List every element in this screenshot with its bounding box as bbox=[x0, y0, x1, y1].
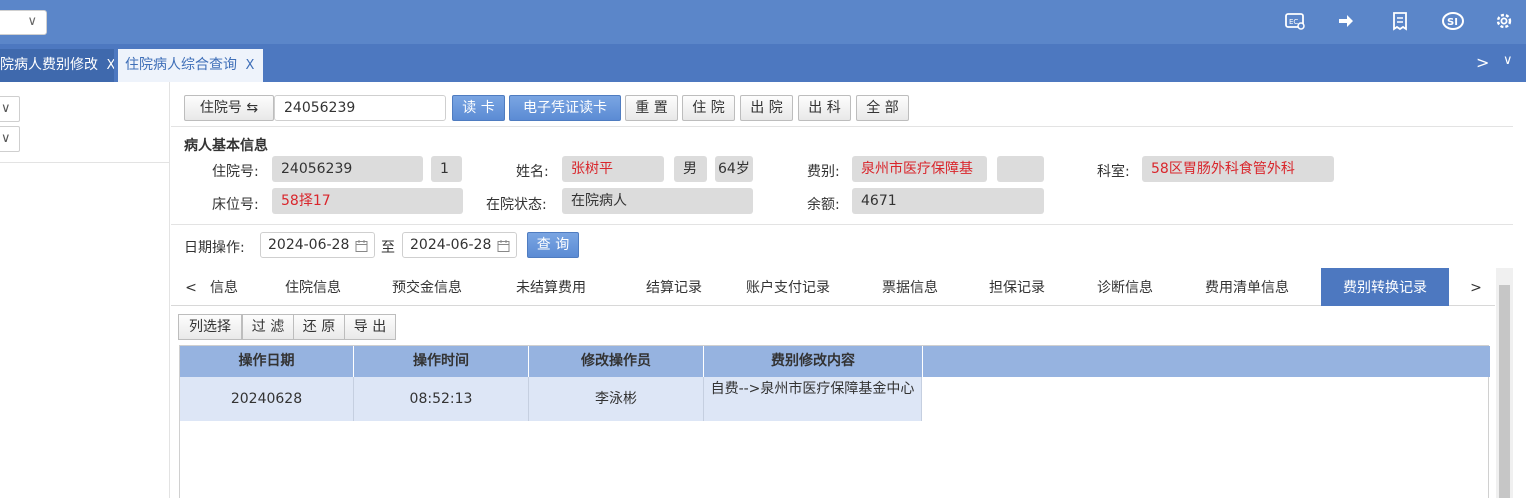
column-header[interactable]: 操作时间 bbox=[354, 346, 529, 377]
admission-no-label: 住院号 ⇆ bbox=[199, 100, 259, 116]
date-to-label: 至 bbox=[381, 240, 395, 256]
status-value: 在院病人 bbox=[562, 188, 753, 214]
balance-value: 4671 bbox=[852, 188, 1044, 214]
sub-tab-bar: < 信息 住院信息 预交金信息 未结算费用 结算记录 账户支付记录 票据信息 担… bbox=[171, 268, 1495, 306]
dept-label: 科室: bbox=[1097, 164, 1130, 180]
date-to-value: 2024-06-28 bbox=[410, 237, 492, 253]
svg-text:EC: EC bbox=[1289, 18, 1298, 26]
left-panel: ∨ ∨ bbox=[0, 82, 170, 498]
close-icon[interactable]: X bbox=[245, 58, 254, 73]
inpatient-button[interactable]: 住 院 bbox=[682, 95, 735, 121]
gear-icon[interactable] bbox=[1493, 10, 1517, 34]
chevron-down-icon[interactable]: ∨ bbox=[1503, 53, 1513, 68]
date-from-input[interactable]: 2024-06-28 bbox=[260, 232, 375, 258]
cell-time: 08:52:13 bbox=[354, 377, 529, 421]
subtab-prepayment-info[interactable]: 预交金信息 bbox=[378, 268, 476, 306]
divider bbox=[171, 126, 1513, 127]
calendar-icon[interactable] bbox=[497, 237, 510, 261]
reset-button[interactable]: 重 置 bbox=[625, 95, 678, 121]
admission-no-switch[interactable]: 住院号 ⇆ bbox=[184, 95, 274, 121]
gender-value: 男 bbox=[674, 156, 707, 182]
subtab-next-icon[interactable]: > bbox=[1467, 268, 1485, 306]
column-select-button[interactable]: 列选择 bbox=[178, 314, 242, 340]
cell-operator: 李泳彬 bbox=[529, 377, 704, 421]
status-label: 在院状态: bbox=[486, 197, 547, 213]
system-select[interactable]: ∨ bbox=[0, 10, 47, 35]
restore-button[interactable]: 还 原 bbox=[293, 314, 345, 340]
filter-button[interactable]: 过 滤 bbox=[242, 314, 294, 340]
age-value: 64岁 bbox=[715, 156, 753, 182]
close-icon[interactable]: X bbox=[106, 58, 114, 73]
check-icon: ∨ bbox=[1, 101, 11, 116]
divider bbox=[171, 224, 1513, 225]
svg-text:SI: SI bbox=[1447, 17, 1458, 28]
discharged-button[interactable]: 出 院 bbox=[740, 95, 793, 121]
main-panel: 住院号 ⇆ 24056239 读 卡 电子凭证读卡 重 置 住 院 出 院 出 … bbox=[171, 82, 1526, 498]
subtab-info[interactable]: 信息 bbox=[204, 268, 244, 306]
query-button[interactable]: 查 询 bbox=[527, 232, 579, 258]
admission-no-input[interactable]: 24056239 bbox=[274, 95, 446, 121]
table-row[interactable]: 20240628 08:52:13 李泳彬 自费-->泉州市医疗保障基金中心 bbox=[180, 377, 922, 421]
chevron-right-icon[interactable]: > bbox=[1476, 53, 1489, 72]
read-card-button[interactable]: 读 卡 bbox=[452, 95, 505, 121]
fee-type-extra bbox=[997, 156, 1044, 182]
date-op-label: 日期操作: bbox=[184, 240, 245, 256]
subtab-admission-info[interactable]: 住院信息 bbox=[271, 268, 355, 306]
dept-out-button[interactable]: 出 科 bbox=[798, 95, 851, 121]
admission-no-value: 24056239 bbox=[272, 156, 423, 182]
export-button[interactable]: 导 出 bbox=[344, 314, 396, 340]
subtab-unsettled-fees[interactable]: 未结算费用 bbox=[498, 268, 604, 306]
tab-fee-type-modify[interactable]: 院病人费别修改 X bbox=[0, 49, 114, 82]
name-value: 张树平 bbox=[562, 156, 664, 182]
fee-type-value: 泉州市医疗保障基 bbox=[852, 156, 987, 182]
fee-change-table: 操作日期 操作时间 修改操作员 费别修改内容 20240628 08:52:13… bbox=[179, 345, 1490, 498]
tab-label: 院病人费别修改 bbox=[0, 57, 98, 73]
card-icon[interactable]: EC bbox=[1284, 10, 1308, 34]
admission-no-field-label: 住院号: bbox=[212, 164, 259, 180]
cell-date: 20240628 bbox=[180, 377, 354, 421]
bed-label: 床位号: bbox=[212, 197, 259, 213]
left-filter-2[interactable]: ∨ bbox=[0, 126, 20, 152]
table-header: 操作日期 操作时间 修改操作员 费别修改内容 bbox=[180, 346, 1490, 377]
e-voucher-read-button[interactable]: 电子凭证读卡 bbox=[509, 95, 621, 121]
check-icon: ∨ bbox=[1, 131, 11, 146]
tab-inpatient-query[interactable]: 住院病人综合查询 X bbox=[118, 49, 263, 82]
balance-label: 余额: bbox=[807, 197, 840, 213]
subtab-settlement-records[interactable]: 结算记录 bbox=[626, 268, 722, 306]
admission-count: 1 bbox=[431, 156, 462, 182]
chevron-down-icon: ∨ bbox=[27, 14, 37, 29]
column-header[interactable]: 费别修改内容 bbox=[704, 346, 923, 377]
column-header[interactable]: 操作日期 bbox=[180, 346, 354, 377]
tab-strip: 院病人费别修改 X 住院病人综合查询 X > ∨ bbox=[0, 44, 1526, 82]
cell-content: 自费-->泉州市医疗保障基金中心 bbox=[704, 377, 922, 421]
section-title: 病人基本信息 bbox=[184, 138, 268, 154]
subtab-diagnosis-info[interactable]: 诊断信息 bbox=[1081, 268, 1169, 306]
subtab-fee-type-change[interactable]: 费别转换记录 bbox=[1321, 268, 1449, 306]
date-from-value: 2024-06-28 bbox=[268, 237, 350, 253]
receipt-icon[interactable] bbox=[1389, 10, 1413, 34]
divider bbox=[0, 162, 170, 163]
hand-icon[interactable] bbox=[1336, 10, 1360, 34]
si-icon[interactable]: SI bbox=[1441, 10, 1465, 34]
all-button[interactable]: 全 部 bbox=[856, 95, 909, 121]
scrollbar-thumb[interactable] bbox=[1499, 285, 1510, 498]
date-to-input[interactable]: 2024-06-28 bbox=[402, 232, 517, 258]
dept-value: 58区胃肠外科食管外科 bbox=[1142, 156, 1334, 182]
vertical-scrollbar[interactable] bbox=[1496, 268, 1513, 498]
subtab-guarantee-records[interactable]: 担保记录 bbox=[975, 268, 1059, 306]
subtab-account-payment[interactable]: 账户支付记录 bbox=[732, 268, 844, 306]
column-header[interactable]: 修改操作员 bbox=[529, 346, 704, 377]
fee-type-label: 费别: bbox=[807, 164, 840, 180]
top-bar: ∨ EC SI bbox=[0, 0, 1526, 44]
tab-label: 住院病人综合查询 bbox=[125, 57, 237, 73]
calendar-icon[interactable] bbox=[355, 237, 368, 261]
subtab-fee-list[interactable]: 费用清单信息 bbox=[1191, 268, 1303, 306]
name-label: 姓名: bbox=[516, 164, 549, 180]
bed-value: 58择17 bbox=[272, 188, 463, 214]
subtab-invoice-info[interactable]: 票据信息 bbox=[866, 268, 954, 306]
left-filter-1[interactable]: ∨ bbox=[0, 96, 20, 122]
subtab-prev-icon[interactable]: < bbox=[184, 268, 198, 306]
